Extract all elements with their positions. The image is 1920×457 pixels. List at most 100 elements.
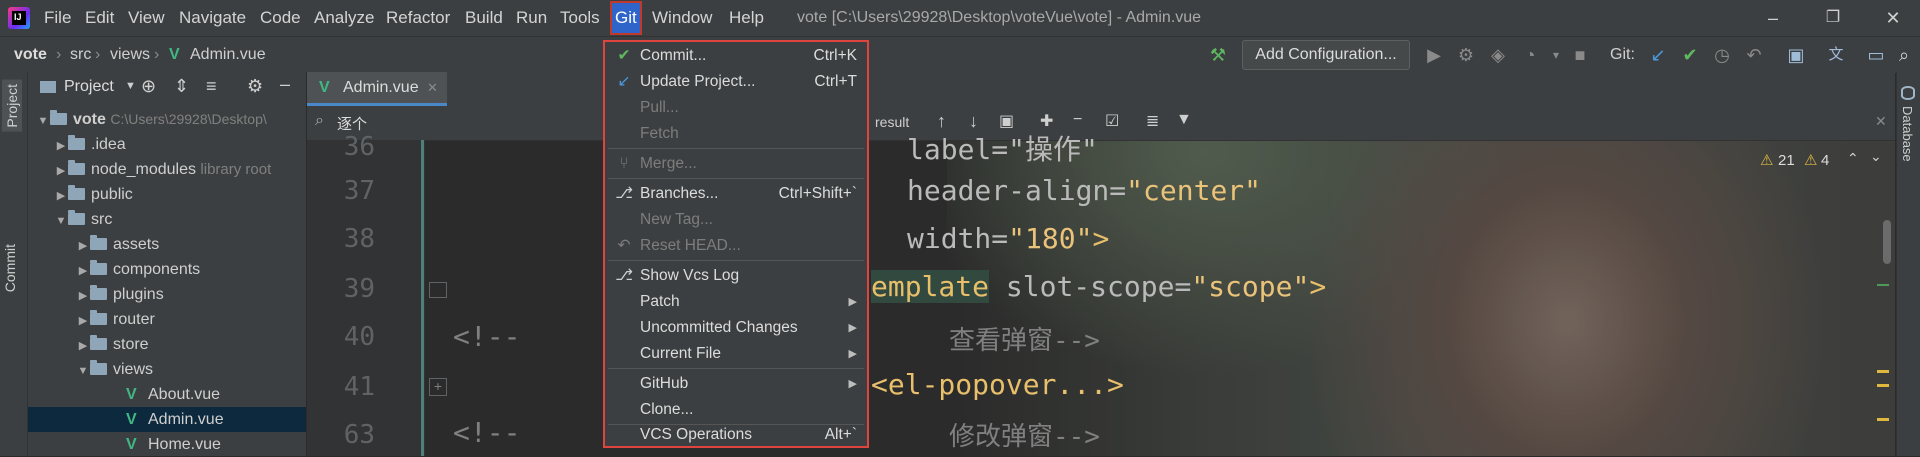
project-structure-icon[interactable]: ▣ (1786, 45, 1806, 65)
expand-fold-icon[interactable]: + (429, 378, 447, 396)
database-tool-tab[interactable]: Database (1900, 106, 1915, 162)
code-comment[interactable]: <!-- (453, 320, 520, 353)
chevron-down-icon[interactable]: ▼ (54, 209, 68, 234)
menu-tools[interactable]: Tools (560, 0, 600, 36)
gear-icon[interactable]: ⚙ (247, 76, 263, 97)
menu-item-reset-head[interactable]: ↶ Reset HEAD... (605, 233, 867, 259)
chevron-right-icon[interactable]: ▶ (54, 184, 68, 209)
add-configuration-button[interactable]: Add Configuration... (1242, 40, 1410, 70)
tree-item-folder[interactable]: ▼ views (28, 357, 306, 382)
menu-view[interactable]: View (128, 0, 165, 36)
tree-item-folder[interactable]: ▶ store (28, 332, 306, 357)
collapse-all-icon[interactable]: ≡ (206, 76, 217, 97)
profile-icon[interactable]: ◔ (1520, 45, 1540, 65)
code-comment[interactable]: 修改弹窗--> (949, 416, 1100, 453)
project-tool-tab[interactable]: Project (2, 80, 22, 132)
breadcrumb-views[interactable]: views (110, 37, 150, 73)
filter-lines-icon[interactable]: ≣ (1146, 111, 1159, 131)
menu-item-clone[interactable]: Clone... (605, 397, 867, 423)
minimize-icon[interactable]: – (1745, 0, 1801, 36)
tree-item-folder[interactable]: ▶ components (28, 257, 306, 282)
chevron-right-icon[interactable]: ▶ (54, 159, 68, 184)
menu-build[interactable]: Build (465, 0, 503, 36)
menu-analyze[interactable]: Analyze (314, 0, 374, 36)
search-icon[interactable]: ⌕ (1894, 45, 1914, 65)
run-icon[interactable]: ▶ (1424, 45, 1444, 65)
chevron-right-icon[interactable]: ▶ (76, 334, 90, 359)
remove-selection-icon[interactable]: − (1073, 111, 1082, 129)
warning-count[interactable]: 21 (1778, 152, 1795, 169)
menu-run[interactable]: Run (516, 0, 547, 36)
filter-icon[interactable]: ▼ (1176, 111, 1192, 129)
menu-item-update-project[interactable]: ↙ Update Project... Ctrl+T (605, 69, 867, 95)
menu-item-new-tag[interactable]: New Tag... (605, 207, 867, 233)
expand-all-icon[interactable]: ⇕ (174, 76, 189, 97)
tree-item-folder[interactable]: ▶ router (28, 307, 306, 332)
git-commit-icon[interactable]: ✔ (1680, 45, 1700, 65)
git-rollback-icon[interactable]: ↶ (1744, 45, 1764, 65)
warning-icon[interactable]: ⚠ (1760, 151, 1773, 169)
menu-git[interactable]: Git (610, 1, 642, 35)
code-comment[interactable]: <!-- (453, 416, 520, 449)
git-history-icon[interactable]: ◷ (1712, 45, 1732, 65)
menu-item-uncommitted-changes[interactable]: Uncommitted Changes ▶ (605, 315, 867, 341)
tree-item-file[interactable]: V About.vue (28, 382, 306, 407)
restore-icon[interactable]: ❐ (1805, 0, 1861, 36)
presentation-icon[interactable]: ▭ (1866, 45, 1886, 65)
tree-item-folder[interactable]: ▶ plugins (28, 282, 306, 307)
code-line[interactable]: emplate slot-scope="scope"> (871, 270, 1326, 303)
tree-item-folder[interactable]: ▶ assets (28, 232, 306, 257)
menu-file[interactable]: File (44, 0, 71, 36)
menu-help[interactable]: Help (729, 0, 764, 36)
tree-item-file-selected[interactable]: V Admin.vue (28, 407, 306, 432)
chevron-right-icon[interactable]: ▶ (76, 259, 90, 284)
tree-item-folder[interactable]: ▶ node_modules library root (28, 157, 306, 182)
chevron-down-icon[interactable]: ▼ (125, 80, 136, 92)
chevron-right-icon[interactable]: ▶ (76, 284, 90, 309)
menu-navigate[interactable]: Navigate (179, 0, 246, 36)
tab-admin-vue[interactable]: V Admin.vue ✕ (307, 72, 447, 106)
code-folded-tag[interactable]: <el-popover...> (871, 368, 1124, 401)
weak-warning-count[interactable]: 4 (1821, 152, 1829, 169)
chevron-right-icon[interactable]: ▶ (76, 234, 90, 259)
weak-warning-icon[interactable]: ⚠ (1804, 151, 1817, 169)
code-line[interactable]: header-align="center" (907, 174, 1261, 207)
translate-icon[interactable]: 文 (1826, 45, 1846, 65)
tree-item-folder[interactable]: ▶ .idea (28, 132, 306, 157)
find-input[interactable]: 逐个 (337, 113, 367, 134)
git-update-icon[interactable]: ↙ (1648, 45, 1668, 65)
hammer-build-icon[interactable]: ⚒ (1208, 45, 1228, 65)
menu-item-fetch[interactable]: Fetch (605, 121, 867, 147)
menu-code[interactable]: Code (260, 0, 301, 36)
tree-item-folder[interactable]: ▼ src (28, 207, 306, 232)
project-view-selector[interactable]: Project (64, 78, 114, 96)
menu-item-merge[interactable]: ⑂ Merge... (605, 151, 867, 177)
chevron-down-icon[interactable]: ▾ (1546, 45, 1566, 65)
select-all-icon[interactable]: ☑ (1105, 111, 1119, 131)
chevron-right-icon[interactable]: ▶ (54, 134, 68, 159)
menu-item-github[interactable]: GitHub ▶ (605, 371, 867, 397)
fold-icon[interactable] (429, 282, 447, 298)
close-find-icon[interactable]: ✕ (1875, 113, 1887, 130)
coverage-icon[interactable]: ◈ (1488, 45, 1508, 65)
menu-refactor[interactable]: Refactor (386, 0, 450, 36)
chevron-down-icon[interactable]: ▼ (36, 109, 50, 134)
breadcrumb-project[interactable]: vote (14, 37, 47, 73)
menu-item-pull[interactable]: Pull... (605, 95, 867, 121)
close-window-icon[interactable]: ✕ (1865, 0, 1920, 36)
tree-item-root[interactable]: ▼ vote C:\Users\29928\Desktop\ (28, 107, 306, 132)
tree-item-file[interactable]: V Home.vue (28, 432, 306, 457)
menu-item-vcs-operations[interactable]: VCS Operations Alt+` (605, 422, 867, 448)
chevron-up-icon[interactable]: ⌃ (1847, 150, 1859, 167)
stop-icon[interactable]: ■ (1570, 45, 1590, 65)
chevron-right-icon[interactable]: ▶ (76, 309, 90, 334)
menu-item-show-vcs-log[interactable]: ⎇ Show Vcs Log (605, 263, 867, 289)
breadcrumb-src[interactable]: src (70, 37, 91, 73)
chevron-down-icon[interactable]: ⌄ (1870, 148, 1882, 165)
menu-item-patch[interactable]: Patch ▶ (605, 289, 867, 315)
code-line[interactable]: label="操作" (907, 128, 1098, 168)
locate-icon[interactable]: ⊕ (141, 76, 156, 97)
chevron-down-icon[interactable]: ▼ (76, 359, 90, 384)
menu-window[interactable]: Window (652, 0, 712, 36)
tree-item-folder[interactable]: ▶ public (28, 182, 306, 207)
